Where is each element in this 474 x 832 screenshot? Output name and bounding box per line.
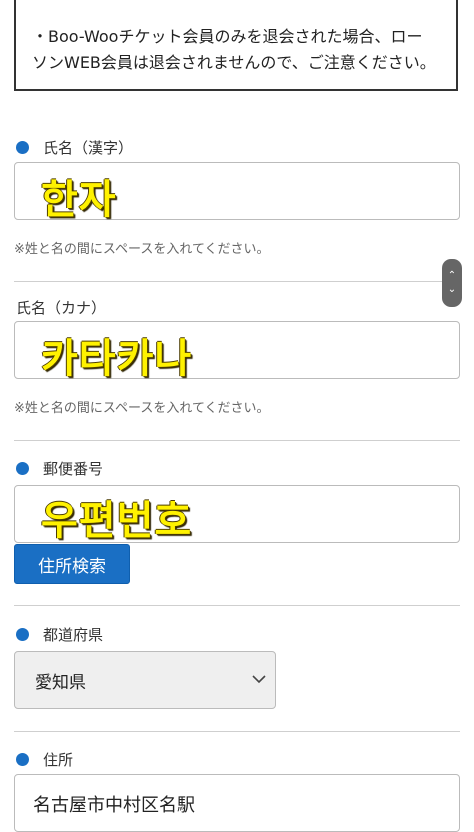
divider [14,440,460,441]
required-dot-icon [16,628,29,641]
scrollbar[interactable]: ⌃ ⌄ [442,259,462,307]
divider [14,605,460,606]
name-kana-handwritten-annotation: 카타카나 [41,336,193,382]
name-kana-hint: ※姓と名の間にスペースを入れてください。 [14,401,270,416]
chevron-down-icon [252,675,266,684]
name-kanji-handwritten-annotation: 한자 [41,177,117,223]
address-value: 名古屋市中村区名駅 [33,795,195,816]
name-kanji-label: 氏名（漢字） [43,139,134,157]
prefecture-label: 都道府県 [43,626,104,644]
name-kana-input[interactable]: 카타카나 [14,321,460,382]
name-kanji-input[interactable]: 한자 [14,162,460,223]
address-label-row: 住所 [16,749,73,770]
required-dot-icon [16,462,29,475]
postal-handwritten-annotation: 우편번호 [41,498,193,544]
chevron-up-icon[interactable]: ⌃ [448,269,456,283]
name-kana-label-row: 氏名（カナ） [16,297,106,318]
postal-label-row: 郵便番号 [16,458,103,479]
required-dot-icon [16,141,29,154]
required-dot-icon [16,753,29,766]
notice-box: ・Boo-Wooチケット会員のみを退会された場合、ローソンWEB会員は退会されま… [14,0,458,91]
name-kanji-hint: ※姓と名の間にスペースを入れてください。 [14,242,270,257]
address-input[interactable]: 名古屋市中村区名駅 [14,774,460,832]
prefecture-label-row: 都道府県 [16,624,103,645]
chevron-down-icon[interactable]: ⌄ [448,283,456,297]
postal-input[interactable]: 우편번호 [14,485,460,544]
name-kana-label: 氏名（カナ） [16,299,107,317]
name-kanji-label-row: 氏名（漢字） [16,137,133,158]
address-search-button[interactable]: 住所検索 [14,544,130,584]
notice-text: ・Boo-Wooチケット会員のみを退会された場合、ローソンWEB会員は退会されま… [32,27,436,72]
prefecture-selected-value: 愛知県 [35,672,86,693]
address-label: 住所 [43,751,74,769]
prefecture-select[interactable]: 愛知県 [14,651,276,709]
postal-label: 郵便番号 [43,460,104,478]
divider [14,731,460,732]
divider [14,281,460,282]
